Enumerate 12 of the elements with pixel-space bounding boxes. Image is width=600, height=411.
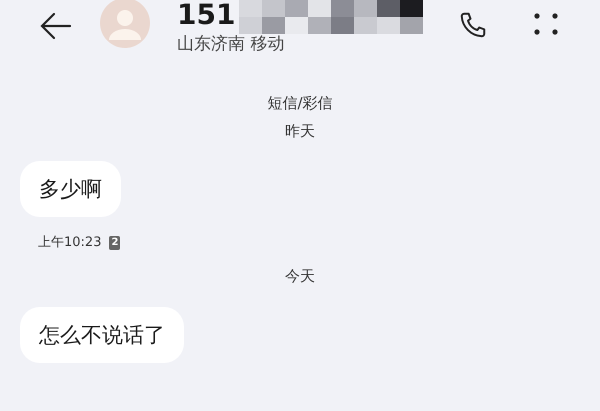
date-label: 今天 [285, 266, 315, 288]
phone-number: 151 [177, 0, 236, 30]
message-bubble: 怎么不说话了 [20, 306, 184, 362]
phone-icon[interactable] [458, 10, 488, 40]
sim-badge: 2 [109, 236, 120, 250]
message-bubble: 多少啊 [20, 161, 121, 217]
location-carrier: 山东济南 移动 [177, 33, 286, 56]
back-arrow-icon[interactable] [40, 12, 72, 40]
message-time: 上午10:23 [38, 234, 102, 252]
date-label: 短信/彩信 [267, 92, 333, 114]
date-label: 昨天 [285, 120, 315, 142]
more-options-icon[interactable] [534, 13, 558, 35]
